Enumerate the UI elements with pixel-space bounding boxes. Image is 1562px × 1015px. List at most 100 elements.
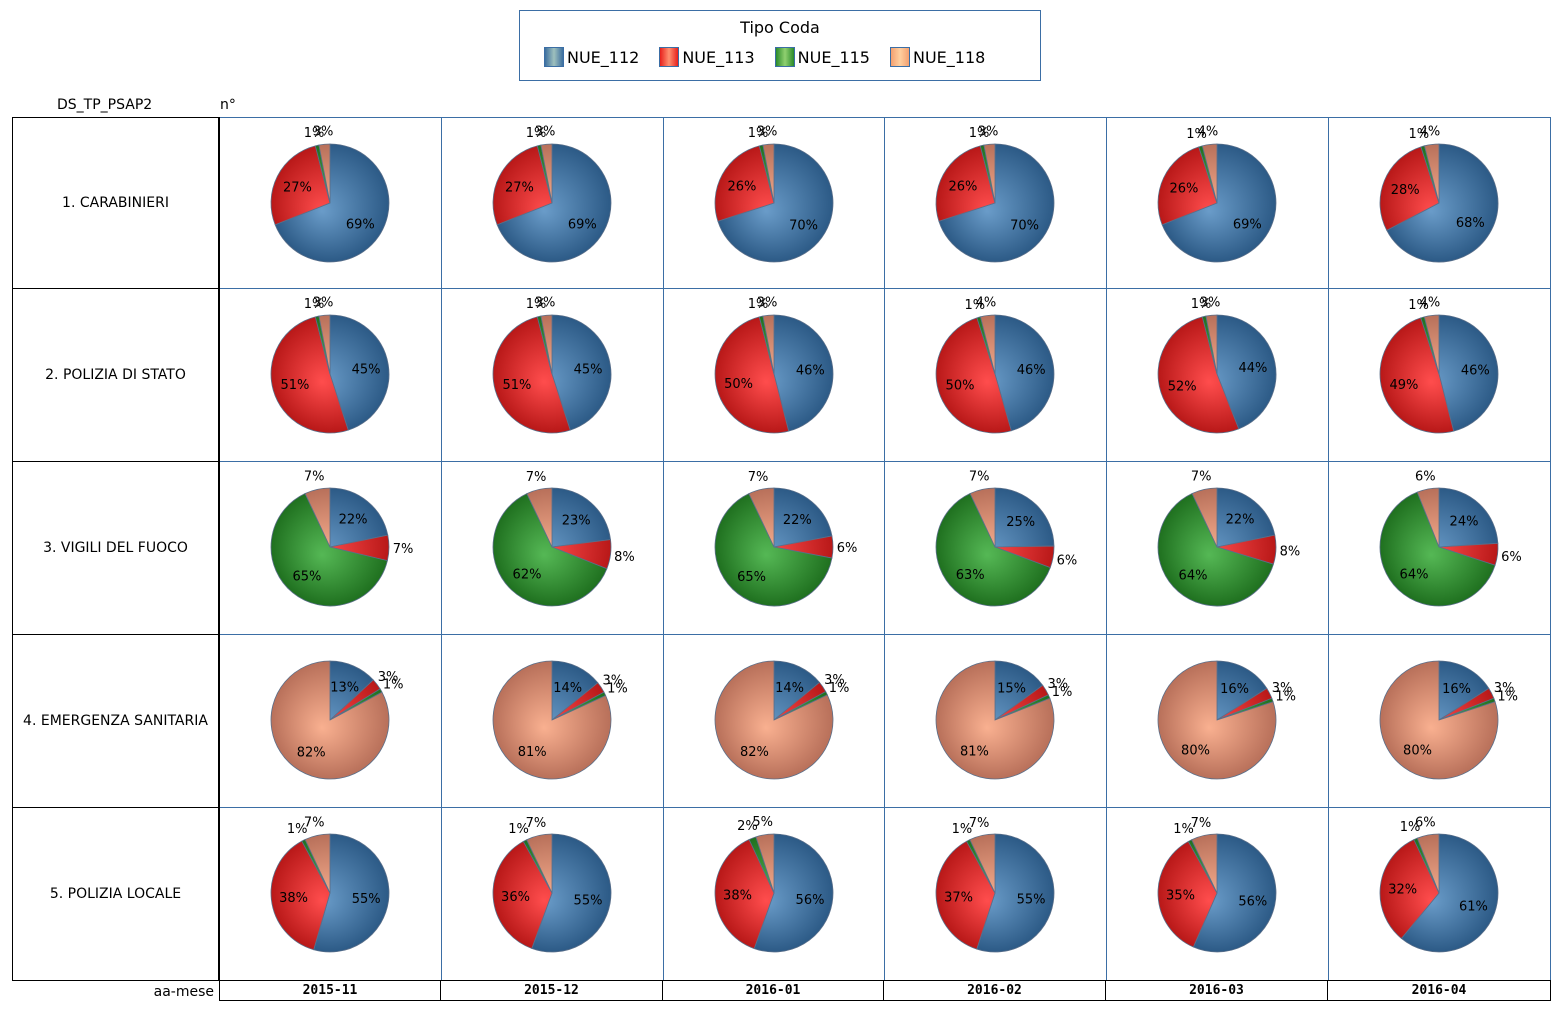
pie-data-label: 70% [1010, 219, 1039, 234]
pie-data-label: 70% [789, 219, 818, 234]
pie-data-label: 3% [757, 124, 778, 139]
pie-data-label: 3% [535, 124, 556, 139]
pie-data-label: 16% [1442, 682, 1471, 697]
pie-data-label: 61% [1459, 899, 1488, 914]
pie-data-label: 14% [775, 681, 804, 696]
pie-data-label: 3% [313, 124, 334, 139]
pie-1-2016-04: 68%28%1%4% [1379, 125, 1499, 263]
pie-data-label: 14% [553, 681, 582, 696]
pie-data-label: 7% [1191, 470, 1212, 485]
pie-data-label: 55% [574, 893, 603, 908]
pie-data-label: 22% [1226, 513, 1255, 528]
pie-1-2016-02: 70%26%1%3% [935, 124, 1055, 263]
pie-data-label: 69% [1233, 218, 1262, 233]
pie-data-label: 1% [607, 682, 628, 697]
pie-1-2015-12: 69%27%1%3% [492, 124, 612, 263]
pie-4-2016-02: 15% 3%1%81% [935, 660, 1072, 780]
pie-3-2015-12: 23% 8% 62% 7% [492, 470, 635, 607]
pie-data-label: 3% [313, 295, 334, 310]
pie-5-2015-11: 55%38%1%7% [270, 816, 390, 953]
pie-data-label: 8% [1280, 544, 1301, 559]
pie-data-label: 1% [829, 681, 850, 696]
pie-data-label: 3% [978, 124, 999, 139]
pie-data-label: 4% [1420, 125, 1441, 140]
pie-data-label: 36% [501, 890, 530, 905]
pie-data-label: 1% [1275, 689, 1296, 704]
pie-data-label: 16% [1220, 682, 1249, 697]
pie-data-label: 65% [292, 569, 321, 584]
pie-data-label: 7% [969, 816, 990, 831]
pie-data-label: 3% [535, 295, 556, 310]
pie-data-label: 69% [346, 218, 375, 233]
pie-data-label: 81% [960, 744, 989, 759]
pie-3-2015-11: 22% 7% 65% 7% [270, 470, 414, 607]
pie-data-label: 26% [727, 179, 756, 194]
pie-data-label: 38% [723, 889, 752, 904]
pie-data-label: 26% [1169, 181, 1198, 196]
pie-data-label: 4% [1198, 125, 1219, 140]
pie-data-label: 80% [1181, 744, 1210, 759]
pie-data-label: 6% [1057, 553, 1078, 568]
pie-data-label: 55% [352, 892, 381, 907]
pie-data-label: 7% [393, 542, 414, 557]
pie-data-label: 7% [526, 816, 547, 831]
pie-data-label: 62% [513, 568, 542, 583]
pie-5-2016-01: 56%38%2%5% [714, 815, 834, 953]
pie-5-2016-04: 61%32%1%6% [1379, 815, 1499, 953]
pie-5-2016-02: 55%37%1%7% [935, 816, 1055, 953]
pie-data-label: 5% [752, 815, 773, 830]
pie-data-label: 13% [330, 681, 359, 696]
pie-data-label: 3% [757, 295, 778, 310]
pie-data-label: 7% [969, 470, 990, 485]
pie-data-label: 80% [1403, 744, 1432, 759]
pie-4-2016-04: 16% 3%1%80% [1379, 660, 1518, 780]
pie-data-label: 32% [1388, 882, 1417, 897]
pie-3-2016-04: 24% 6% 64% 6% [1379, 469, 1522, 607]
pie-data-label: 38% [279, 891, 308, 906]
pie-data-label: 7% [1191, 816, 1212, 831]
pie-data-label: 56% [796, 893, 825, 908]
pie-data-label: 35% [1166, 889, 1195, 904]
pie-data-label: 68% [1456, 216, 1485, 231]
pie-5-2016-03: 56%35%1%7% [1157, 816, 1277, 953]
pie-4-2015-12: 14% 3%1%81% [492, 660, 628, 780]
pie-data-label: 64% [1179, 569, 1208, 584]
pie-4-2015-11: 13%3%1%82% [270, 660, 404, 780]
pie-data-label: 6% [1501, 550, 1522, 565]
pie-data-label: 26% [948, 179, 977, 194]
pie-1-2016-03: 69%26%1%4% [1157, 125, 1277, 263]
pie-data-label: 82% [740, 745, 769, 760]
pie-data-label: 49% [1389, 378, 1418, 393]
pie-data-label: 4% [976, 296, 997, 311]
pie-1-2016-01: 70%26%1%3% [714, 124, 834, 263]
pie-data-label: 6% [1415, 815, 1436, 830]
pie-2-2016-01: 46%50%1%3% [714, 295, 834, 434]
pie-data-label: 22% [783, 513, 812, 528]
pie-data-label: 46% [796, 363, 825, 378]
pie-data-label: 56% [1238, 895, 1267, 910]
pie-data-label: 51% [280, 378, 309, 393]
pie-data-label: 81% [518, 745, 547, 760]
pie-data-label: 3% [1200, 295, 1221, 310]
pie-data-label: 50% [724, 377, 753, 392]
pie-data-label: 1% [1497, 689, 1518, 704]
pie-3-2016-02: 25% 6% 63% 7% [935, 470, 1078, 607]
pie-data-label: 55% [1017, 893, 1046, 908]
pie-3-2016-01: 22% 6% 65% 7% [714, 470, 858, 607]
pie-data-label: 45% [352, 362, 381, 377]
pie-data-label: 6% [1415, 469, 1436, 484]
pie-data-label: 46% [1017, 363, 1046, 378]
pie-data-label: 82% [297, 745, 326, 760]
pie-data-label: 65% [737, 570, 766, 585]
pie-grid: 69% 27% 1% 3% 69% 27% 1% 3% 70% 26% 1% 3% 70% 26% 1% 3%… [219, 117, 1551, 981]
pie-data-label: 24% [1450, 514, 1479, 529]
pie-data-label: 25% [1006, 515, 1035, 530]
pie-2-2016-03: 44%52%1%3% [1157, 295, 1277, 434]
pie-3-2016-03: 22% 8% 64% 7% [1157, 470, 1301, 607]
pie-data-label: 64% [1400, 568, 1429, 583]
pie-data-label: 8% [614, 550, 635, 565]
pie-data-label: 6% [837, 541, 858, 556]
pie-data-label: 4% [1420, 296, 1441, 311]
pie-data-label: 23% [562, 514, 591, 529]
pie-4-2016-03: 16% 3%1%80% [1157, 660, 1296, 780]
